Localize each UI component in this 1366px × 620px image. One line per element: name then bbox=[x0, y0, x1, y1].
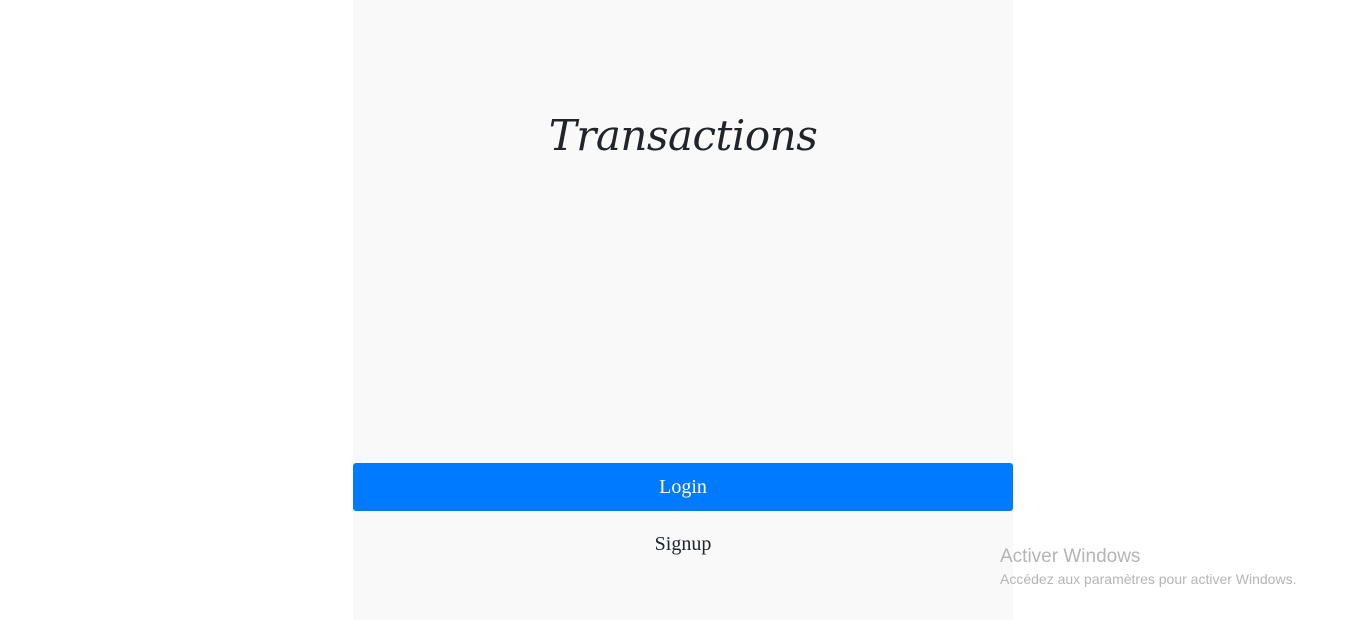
signup-link[interactable]: Signup bbox=[353, 528, 1013, 560]
app-title: Transactions bbox=[548, 111, 818, 160]
login-button[interactable]: Login bbox=[353, 463, 1013, 511]
windows-activation-watermark: Activer Windows Accédez aux paramètres p… bbox=[1000, 545, 1296, 589]
auth-panel: Transactions Login Signup bbox=[353, 0, 1013, 620]
watermark-title: Activer Windows bbox=[1000, 546, 1141, 567]
watermark-subtitle: Accédez aux paramètres pour activer Wind… bbox=[1000, 571, 1297, 587]
